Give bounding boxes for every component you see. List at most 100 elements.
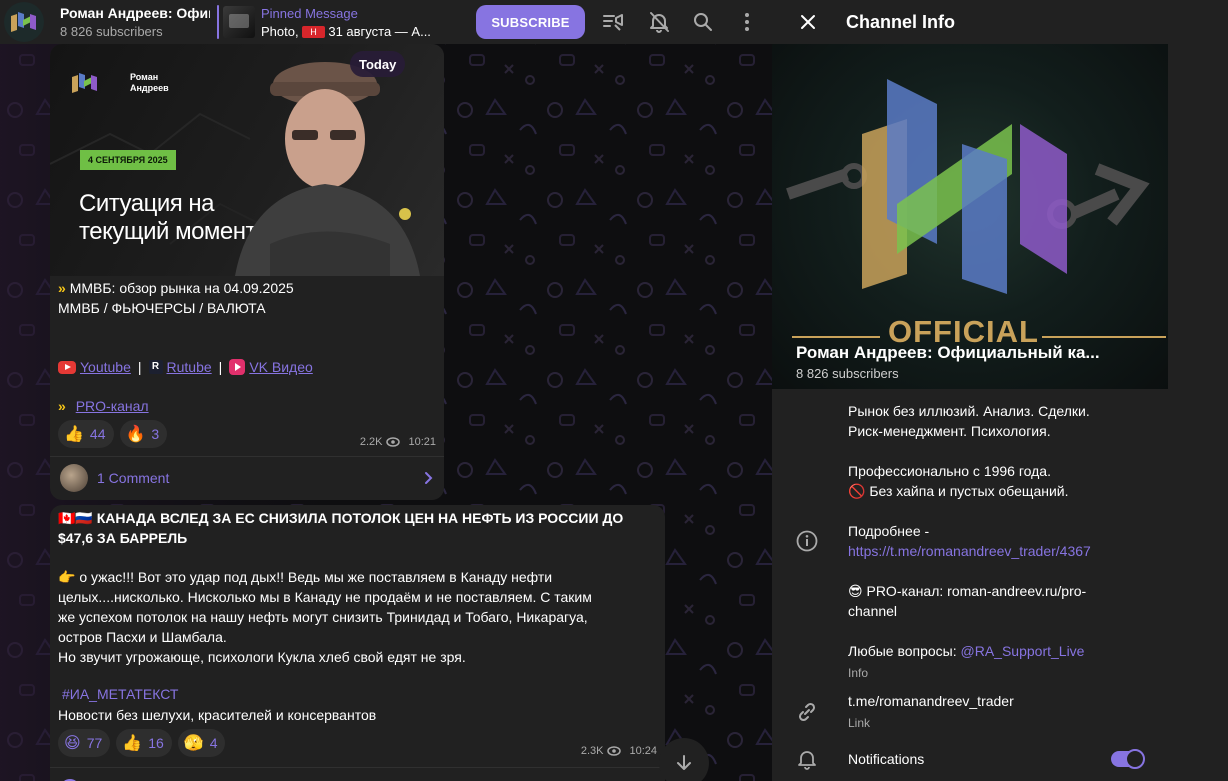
message-bubble-2[interactable]: 🇨🇦🇷🇺 КАНАДА ВСЛЕД ЗА ЕС СНИЗИЛА ПОТОЛОК … bbox=[50, 505, 665, 781]
video-chat-icon[interactable] bbox=[601, 10, 625, 34]
video-links: Youtube | R Rutube | VK Видео bbox=[58, 357, 313, 377]
channel-cover[interactable]: OFFICIAL Роман Андреев: Официальный ка..… bbox=[772, 44, 1168, 389]
pro-channel-line: 😎 PRO-канал: roman-andreev.ru/pro- bbox=[848, 583, 1087, 599]
questions-line: Любые вопросы: @RA_Support_Live bbox=[848, 643, 1085, 659]
more-link[interactable]: https://t.me/romanandreev_trader/4367 bbox=[848, 541, 1091, 561]
reaction-thumbs-up[interactable]: 👍 44 bbox=[58, 420, 114, 448]
panel-channel-name: Роман Андреев: Официальный ка... bbox=[796, 343, 1100, 362]
pinned-thumbnail bbox=[223, 6, 255, 38]
reaction-count: 4 bbox=[209, 735, 218, 751]
comments-count: 1 Comment bbox=[97, 469, 170, 486]
chat-header: Роман Андреев: Официальный канал 8 826 s… bbox=[0, 0, 772, 44]
info-caption: Info bbox=[848, 666, 869, 680]
message-time: 10:24 bbox=[629, 745, 657, 757]
notifications-label: Notifications bbox=[848, 751, 925, 767]
more-icon[interactable] bbox=[735, 10, 759, 34]
bell-icon bbox=[794, 746, 820, 772]
reaction-peek[interactable]: 🫣 4 bbox=[177, 729, 226, 757]
subscriber-count: 8 826 subscribers bbox=[60, 24, 163, 39]
pinned-label: Pinned Message bbox=[261, 5, 358, 21]
rutube-link[interactable]: Rutube bbox=[167, 357, 212, 377]
chevron-right-icon bbox=[425, 471, 433, 484]
fire-icon: 🔥 bbox=[125, 426, 146, 443]
chat-area: Роман Андреев: Официальный канал 8 826 s… bbox=[0, 0, 772, 781]
view-count: 2.3K bbox=[580, 745, 604, 757]
youtube-link[interactable]: Youtube bbox=[80, 357, 131, 377]
mute-icon[interactable] bbox=[647, 10, 671, 34]
pinned-message[interactable]: Pinned Message Photo, Н 31 августа — А..… bbox=[217, 4, 456, 40]
channel-avatar[interactable] bbox=[4, 2, 44, 42]
pro-channel-line: channel bbox=[848, 603, 898, 619]
reaction-count: 16 bbox=[148, 735, 164, 751]
post-2-body: 👉 о ужас!!! Вот это удар под дых!! Ведь … bbox=[58, 569, 592, 665]
presenter-photo bbox=[235, 62, 420, 276]
thumbs-up-icon: 👍 bbox=[122, 735, 143, 752]
more-label: Подробнее - bbox=[848, 523, 930, 539]
separator: | bbox=[218, 359, 223, 375]
channel-link-item[interactable]: t.me/romanandreev_trader Link bbox=[848, 691, 1014, 733]
reaction-fire[interactable]: 🔥 3 bbox=[119, 420, 168, 448]
message-meta-2: 2.3K 10:24 bbox=[581, 745, 657, 757]
date-badge: 4 СЕНТЯБРЯ 2025 bbox=[80, 150, 176, 170]
channel-logo-icon bbox=[11, 12, 36, 32]
double-chevron-icon: » bbox=[58, 280, 66, 296]
post-2-tagline: Новости без шелухи, красителей и консерв… bbox=[58, 707, 377, 723]
support-handle-link[interactable]: @RA_Support_Live bbox=[961, 643, 1085, 659]
brand-name: Роман Андреев bbox=[130, 72, 169, 93]
notifications-toggle[interactable] bbox=[1111, 749, 1145, 769]
commenter-avatar bbox=[60, 463, 88, 492]
close-icon[interactable] bbox=[798, 12, 818, 32]
hashtag-link[interactable]: #ИА_МЕТАТЕКСТ bbox=[62, 684, 178, 704]
arrow-down-icon bbox=[677, 755, 691, 770]
laughing-face-icon: 😆 bbox=[64, 735, 81, 752]
pinned-preview: Photo, Н 31 августа — А... bbox=[261, 24, 456, 39]
eye-icon bbox=[386, 437, 401, 447]
pinned-rest: 31 августа — А... bbox=[328, 23, 431, 39]
channel-description: Рынок без иллюзий. Анализ. Сделки. Риск-… bbox=[848, 401, 1091, 683]
channel-link-value: t.me/romanandreev_trader bbox=[848, 693, 1014, 709]
reaction-thumbs-up[interactable]: 👍 16 bbox=[116, 729, 172, 757]
pro-channel-row: » PRO-канал bbox=[58, 396, 149, 416]
link-caption: Link bbox=[848, 716, 871, 730]
brand-logo-icon bbox=[72, 73, 97, 93]
message-meta-1: 2.2K 10:21 bbox=[360, 436, 436, 448]
thumbs-up-icon: 👍 bbox=[64, 426, 84, 443]
post-image[interactable]: Роман Андреев 4 СЕНТЯБРЯ 2025 Ситуация н… bbox=[50, 44, 444, 276]
peeking-face-icon: 🫣 bbox=[183, 735, 204, 752]
scroll-down-button[interactable] bbox=[659, 738, 709, 781]
post-text-1: » ММВБ: обзор рынка на 04.09.2025 ММВБ /… bbox=[58, 278, 436, 318]
double-chevron-icon: » bbox=[58, 398, 66, 414]
comments-button[interactable]: 1 Comment bbox=[50, 456, 444, 498]
pinned-prefix: Photo, bbox=[261, 23, 299, 39]
reactions-2: 😆 77 👍 16 🫣 4 bbox=[58, 729, 226, 757]
reactions-1: 👍 44 🔥 3 bbox=[58, 420, 168, 448]
subscribe-button[interactable]: SUBSCRIBE bbox=[476, 5, 585, 39]
view-count: 2.2K bbox=[359, 436, 383, 448]
date-pill: Today bbox=[350, 51, 406, 77]
panel-title: Channel Info bbox=[846, 11, 955, 32]
reaction-laugh[interactable]: 😆 77 bbox=[58, 729, 111, 757]
comments-button[interactable] bbox=[50, 767, 665, 781]
search-icon[interactable] bbox=[691, 10, 715, 34]
post-line-2: ММВБ / ФЬЮЧЕРСЫ / ВАЛЮТА bbox=[58, 300, 266, 316]
eye-icon bbox=[607, 746, 622, 756]
channel-info-panel: Channel Info OFFICIAL Роман Андреев: Офи… bbox=[772, 0, 1228, 781]
channel-title[interactable]: Роман Андреев: Официальный канал bbox=[60, 5, 210, 21]
reaction-count: 3 bbox=[151, 426, 160, 442]
reaction-count: 44 bbox=[89, 426, 106, 442]
telegram-app: Роман Андреев: Официальный канал 8 826 s… bbox=[0, 0, 1228, 781]
pinned-tag: Н bbox=[302, 25, 325, 38]
separator: | bbox=[137, 359, 142, 375]
pro-channel-link[interactable]: PRO-канал bbox=[76, 398, 149, 414]
vk-video-link[interactable]: VK Видео bbox=[249, 357, 312, 377]
post-2-headline: 🇨🇦🇷🇺 КАНАДА ВСЛЕД ЗА ЕС СНИЗИЛА ПОТОЛОК … bbox=[58, 510, 624, 546]
post-line-1: ММВБ: обзор рынка на 04.09.2025 bbox=[69, 280, 294, 296]
info-icon bbox=[794, 528, 820, 554]
message-time: 10:21 bbox=[408, 436, 436, 448]
youtube-icon bbox=[58, 360, 76, 374]
link-icon bbox=[794, 699, 820, 725]
rutube-icon: R bbox=[148, 360, 163, 374]
message-bubble-1[interactable]: Роман Андреев 4 СЕНТЯБРЯ 2025 Ситуация н… bbox=[50, 44, 444, 500]
pinned-indicator bbox=[217, 5, 219, 39]
panel-header: Channel Info bbox=[772, 0, 1228, 44]
